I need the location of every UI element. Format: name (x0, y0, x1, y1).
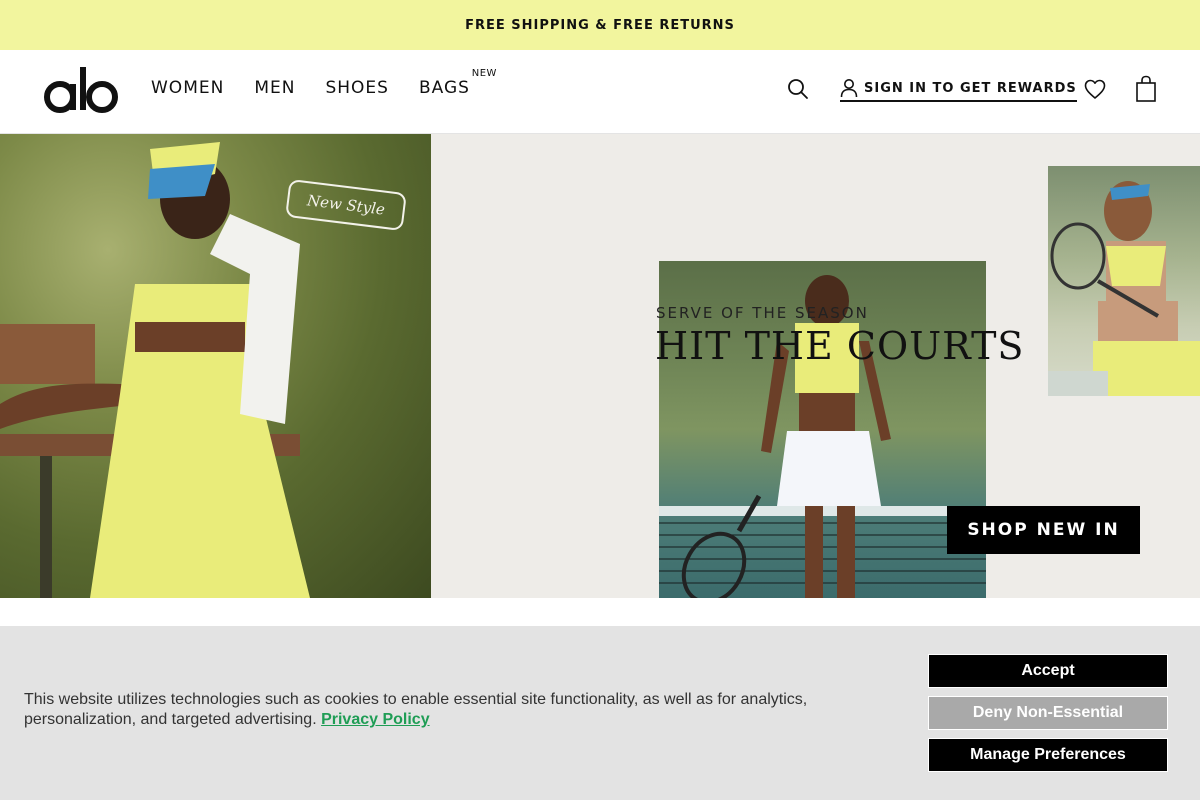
shop-new-in-label: SHOP NEW IN (967, 520, 1120, 540)
shopping-bag-icon (1136, 75, 1156, 102)
new-style-label: New Style (306, 191, 386, 219)
deny-non-essential-button[interactable]: Deny Non-Essential (928, 696, 1168, 730)
nav-bags-label: BAGS (418, 78, 470, 98)
sign-in-label: SIGN IN TO GET REWARDS (864, 80, 1077, 96)
cookie-message: This website utilizes technologies such … (24, 690, 844, 730)
promo-bar: FREE SHIPPING & FREE RETURNS (0, 0, 1200, 50)
main-nav: WOMEN MEN SHOES BAGS NEW (151, 68, 496, 98)
alo-logo-mark (44, 67, 118, 113)
nav-shoes[interactable]: SHOES (325, 78, 389, 98)
promo-text: FREE SHIPPING & FREE RETURNS (465, 17, 735, 33)
cookie-banner: This website utilizes technologies such … (0, 626, 1200, 800)
wishlist-button[interactable] (1083, 77, 1107, 101)
site-header: WOMEN MEN SHOES BAGS NEW SIGN IN TO GET … (0, 50, 1200, 134)
accept-button[interactable]: Accept (928, 654, 1168, 688)
nav-men[interactable]: MEN (254, 78, 295, 98)
manage-preferences-button[interactable]: Manage Preferences (928, 738, 1168, 772)
new-badge: NEW (471, 68, 497, 79)
sign-in-link[interactable]: SIGN IN TO GET REWARDS (840, 78, 1077, 102)
search-button[interactable] (786, 77, 810, 101)
search-icon (788, 79, 808, 99)
nav-bags[interactable]: BAGS NEW (418, 68, 496, 98)
hero-photo-left: New Style (0, 134, 431, 598)
hero-headline: HIT THE COURTS (655, 324, 1025, 368)
user-icon (840, 79, 858, 98)
cart-button[interactable] (1135, 75, 1157, 103)
hero-photo-right (1048, 166, 1200, 396)
nav-women[interactable]: WOMEN (151, 78, 224, 98)
shop-new-in-button[interactable]: SHOP NEW IN (947, 506, 1140, 554)
privacy-policy-link[interactable]: Privacy Policy (321, 711, 430, 728)
heart-icon (1084, 79, 1106, 99)
alo-logo[interactable] (44, 64, 118, 116)
hero-eyebrow: SERVE OF THE SEASON (656, 304, 869, 322)
tennis-player-thumb-photo (1048, 181, 1200, 396)
